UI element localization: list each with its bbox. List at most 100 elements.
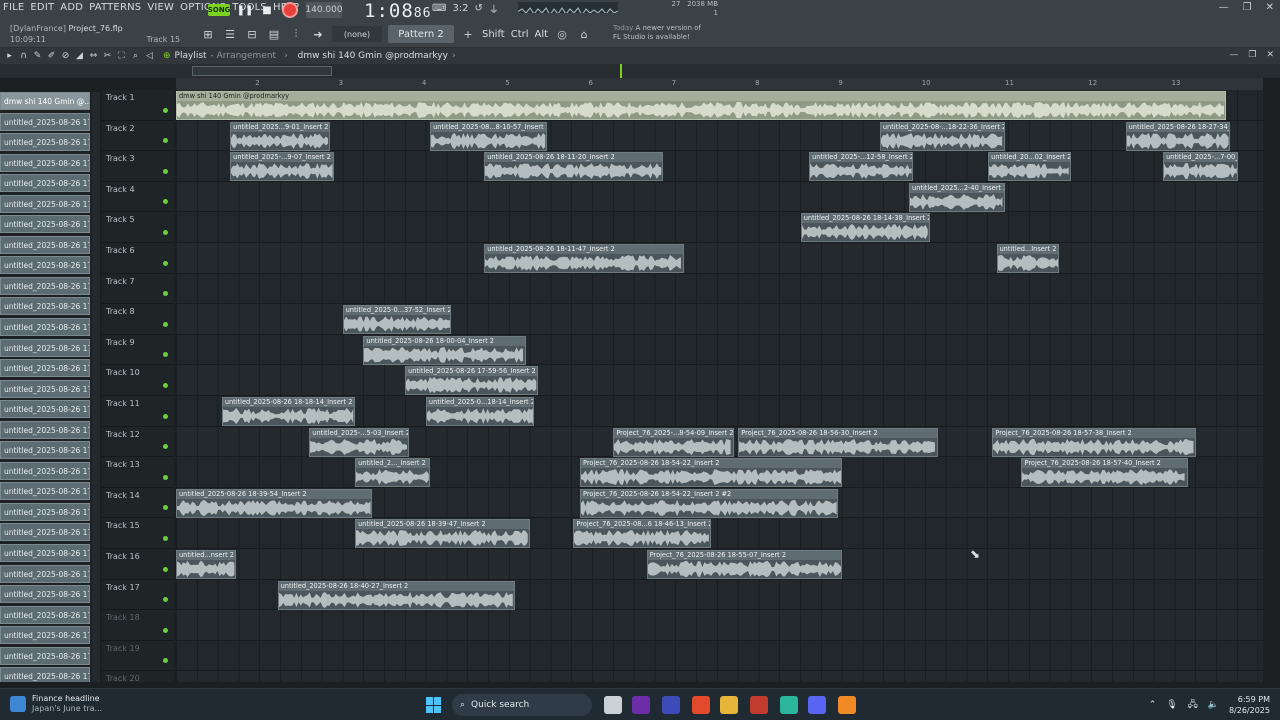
picker-clip-item[interactable]: untitled_2025-08-26 17-... xyxy=(0,235,90,254)
picker-clip-item[interactable]: untitled_2025-08-26 17-... xyxy=(0,523,90,542)
network-icon[interactable]: 🖧 xyxy=(1188,697,1198,713)
track-mute-led[interactable] xyxy=(163,505,168,511)
magnet-icon[interactable]: ∩ xyxy=(18,51,29,61)
audio-clip[interactable]: untitled_2025-08-26 18-39-54_Insert 2 xyxy=(176,488,372,518)
picker-clip-item[interactable]: untitled_2025-08-26 17-... xyxy=(0,420,90,439)
time-display[interactable]: 1:0886 xyxy=(364,0,431,22)
piano-roll-icon[interactable]: ▤ xyxy=(266,26,282,42)
audio-clip[interactable]: untitled_2025...2-40_Insert 2 xyxy=(909,182,1005,212)
picker-clip-item[interactable]: untitled_2025-08-26 17-... xyxy=(0,256,90,275)
arrow-menu-icon[interactable]: ▸ xyxy=(4,51,15,61)
master-audio-clip[interactable]: dmw shi 140 Gmin @prodmarkyy xyxy=(176,91,1226,120)
audio-clip[interactable]: untitled_2025-08-26 18-11-47_Insert 2 xyxy=(484,244,685,273)
browser-icon[interactable] xyxy=(692,696,710,714)
slip-icon[interactable]: ⇔ xyxy=(88,51,99,61)
audio-clip[interactable]: Project_76_2025-08...6 18-46-13_Insert 2 xyxy=(573,519,711,549)
track-lane[interactable] xyxy=(176,335,1263,366)
playback-icon[interactable]: ◁ xyxy=(144,51,155,61)
track-header[interactable]: Track 10 xyxy=(102,365,174,396)
picker-clip-item[interactable]: untitled_2025-08-26 17-... xyxy=(0,318,90,337)
chevron-up-icon[interactable]: ⌃ xyxy=(1149,700,1157,710)
timeline-ruler[interactable]: 2 3 4 5 6 7 8 9 10 11 12 13 xyxy=(176,78,1263,90)
audio-clip[interactable]: untitled_2025-08...8-10-57_Insert 2 xyxy=(430,121,547,151)
maximize-icon[interactable]: ❐ xyxy=(1248,50,1256,60)
track-header[interactable]: Track 14 xyxy=(102,488,174,519)
picker-clip-item[interactable]: untitled_2025-08-26 17-... xyxy=(0,646,90,665)
track-header[interactable]: Track 19 xyxy=(102,641,174,672)
audio-clip[interactable]: untitled_2..._Insert 2 xyxy=(355,458,431,488)
track-lane[interactable] xyxy=(176,518,1263,549)
windows-start-icon[interactable] xyxy=(426,697,442,713)
app-icon[interactable] xyxy=(632,696,650,714)
audio-clip[interactable]: Project_76_2025-08-26 18-55-07_Insert 2 xyxy=(646,550,843,579)
audio-clip[interactable]: untitled...nsert 2 xyxy=(176,550,236,579)
picker-clip-item[interactable]: untitled_2025-08-26 17-... xyxy=(0,441,90,460)
modifier-alt[interactable]: Alt xyxy=(535,29,549,40)
audio-clip[interactable]: untitled...Insert 2 xyxy=(996,244,1059,273)
audio-clip[interactable]: untitled_2025-...12-58_Insert 2 xyxy=(809,152,914,182)
slice-icon[interactable]: ✂ xyxy=(102,51,113,61)
track-mute-led[interactable] xyxy=(163,627,168,633)
file-manager-icon[interactable] xyxy=(604,696,622,714)
track-mute-led[interactable] xyxy=(163,382,168,388)
menu-add[interactable]: ADD xyxy=(57,0,86,16)
track-lane[interactable] xyxy=(176,121,1263,152)
track-lane[interactable] xyxy=(176,365,1263,396)
app-icon[interactable] xyxy=(780,696,798,714)
mixer-icon[interactable]: ⫶ xyxy=(288,26,304,42)
track-lane[interactable] xyxy=(176,182,1263,213)
picker-clip-item[interactable]: untitled_2025-08-26 17-... xyxy=(0,461,90,480)
track-header[interactable]: Track 16 xyxy=(102,549,174,580)
pattern-none-select[interactable]: (none) xyxy=(332,26,382,42)
playlist-icon[interactable]: ☰ xyxy=(222,26,238,42)
track-header[interactable]: Track 11 xyxy=(102,396,174,427)
track-mute-led[interactable] xyxy=(163,199,168,205)
arrow-right-icon[interactable]: ➜ xyxy=(310,26,326,42)
track-header[interactable]: Track 18 xyxy=(102,610,174,641)
track-mute-led[interactable] xyxy=(163,474,168,480)
picker-clip-item[interactable]: untitled_2025-08-26 17-... xyxy=(0,338,90,357)
volume-icon[interactable]: 🔈 xyxy=(1208,700,1219,710)
track-lane[interactable] xyxy=(176,304,1263,335)
app-icon[interactable] xyxy=(750,696,768,714)
track-header[interactable]: Track 1 xyxy=(102,90,174,121)
arrangement-overview[interactable] xyxy=(0,64,1280,78)
microphone-icon[interactable]: 🎙 xyxy=(1166,700,1177,710)
track-mute-led[interactable] xyxy=(163,658,168,664)
picker-clip-item[interactable]: untitled_2025-08-26 17-... xyxy=(0,379,90,398)
update-banner[interactable]: Today A newer version of FL Studio is av… xyxy=(613,24,701,42)
paint-icon[interactable]: ✐ xyxy=(46,51,57,61)
track-lane[interactable] xyxy=(176,151,1263,182)
picker-clip-item[interactable]: untitled_2025-08-26 17-... xyxy=(0,667,90,682)
audio-clip[interactable]: untitled_2025-08-26 18-11-20_Insert 2 xyxy=(484,152,664,182)
track-mute-led[interactable] xyxy=(163,413,168,419)
snap-icon[interactable]: ⊞ xyxy=(200,26,216,42)
track-header[interactable]: Track 8 xyxy=(102,304,174,335)
modifier-ctrl[interactable]: Ctrl xyxy=(511,29,529,40)
track-mute-led[interactable] xyxy=(163,535,168,541)
menu-view[interactable]: VIEW xyxy=(144,0,177,16)
close-icon[interactable]: ✕ xyxy=(1266,50,1274,60)
track-lane[interactable] xyxy=(176,212,1263,243)
draw-icon[interactable]: ✎ xyxy=(32,51,43,61)
picker-clip-item[interactable]: untitled_2025-08-26 17-... xyxy=(0,482,90,501)
menu-edit[interactable]: EDIT xyxy=(27,0,57,16)
time-signature[interactable]: 3:2 xyxy=(452,3,468,14)
track-header[interactable]: Track 7 xyxy=(102,274,174,305)
delete-icon[interactable]: ⊘ xyxy=(60,51,71,61)
audio-clip[interactable]: untitled_2025...9-01_Insert 2 xyxy=(230,121,331,151)
minimize-icon[interactable]: — xyxy=(1229,50,1238,60)
playlist-grid[interactable]: dmw shi 140 Gmin @prodmarkyy untitled_202… xyxy=(176,90,1263,682)
audio-clip[interactable]: untitled_2025-08-26 17-59-56_Insert 2 xyxy=(405,366,539,396)
select-icon[interactable]: ⛶ xyxy=(116,51,127,61)
maximize-icon[interactable]: ❐ xyxy=(1243,2,1252,13)
picker-clip-item[interactable]: untitled_2025-08-26 17-... xyxy=(0,626,90,645)
picker-clip-item[interactable]: untitled_2025-08-26 17-... xyxy=(0,359,90,378)
clock[interactable]: 6:59 PM 8/26/2025 xyxy=(1229,694,1270,716)
audio-clip[interactable]: untitled_2025-08-...18-22-36_Insert 2 xyxy=(879,121,1005,151)
picker-clip-item[interactable]: untitled_2025-08-26 17-... xyxy=(0,585,90,604)
track-header[interactable]: Track 4 xyxy=(102,182,174,213)
pattern-selector[interactable]: Pattern 2 xyxy=(388,25,454,43)
track-lane[interactable] xyxy=(176,671,1263,682)
picker-clip-item[interactable]: dmw shi 140 Gmin @... xyxy=(0,92,90,110)
